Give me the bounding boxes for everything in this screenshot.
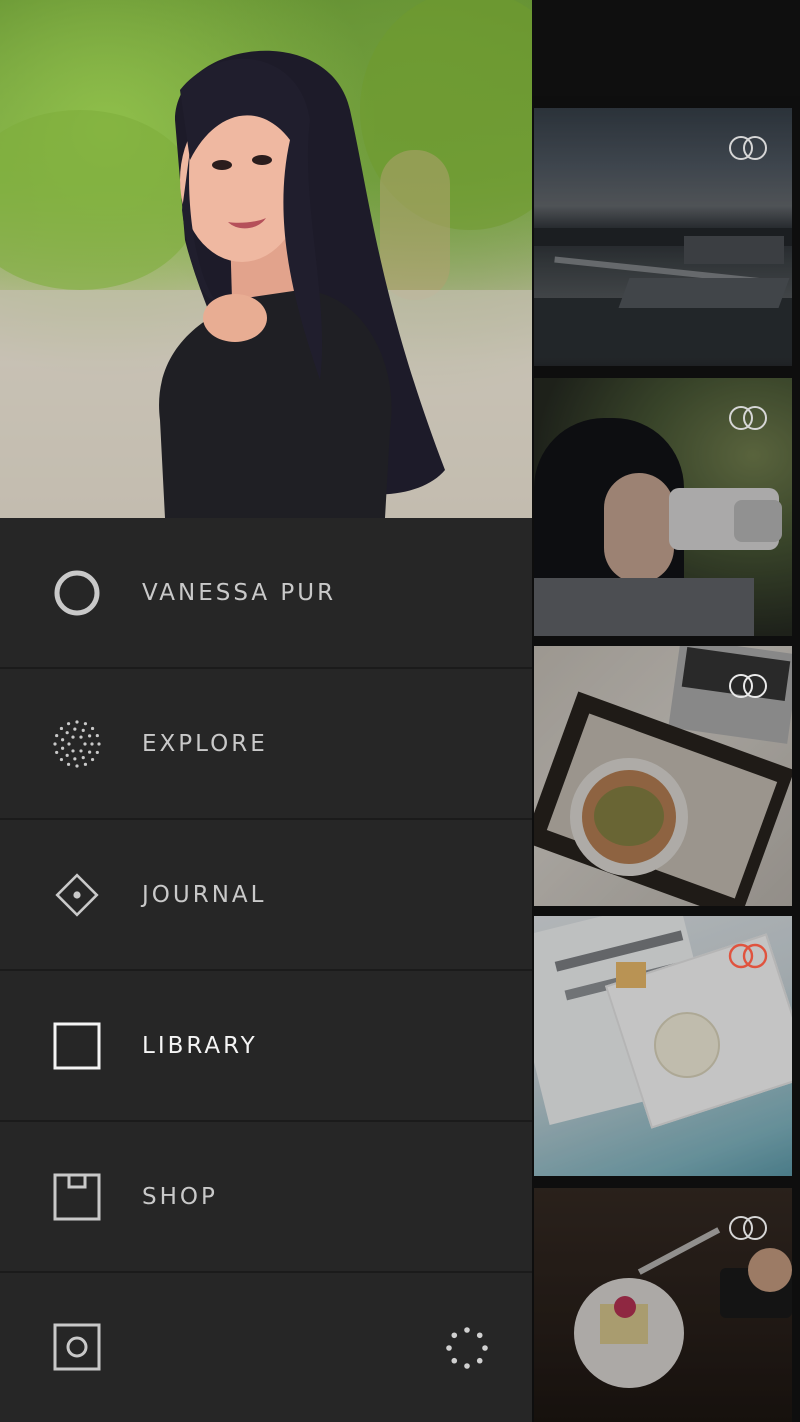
link-rings-icon[interactable]: [726, 134, 770, 162]
menu-item-label: EXPLORE: [142, 730, 268, 757]
menu-item-label: JOURNAL: [142, 881, 267, 908]
grid-thumbnail-5[interactable]: [534, 1188, 792, 1422]
drawer-menu: VANESSA PUR EXPLORE JOURNAL LIBRARY SHOP: [0, 518, 532, 1273]
link-rings-icon[interactable]: [726, 404, 770, 432]
diamond-icon: [55, 872, 99, 917]
link-rings-icon[interactable]: [726, 1214, 770, 1242]
profile-photo[interactable]: [0, 0, 532, 518]
menu-item-journal[interactable]: JOURNAL: [0, 820, 532, 971]
dotted-circle-icon: [53, 719, 101, 768]
square-icon: [53, 1022, 101, 1069]
box-icon: [53, 1173, 101, 1220]
menu-item-label: VANESSA PUR: [142, 579, 337, 606]
link-rings-icon[interactable]: [726, 942, 770, 970]
loading-dots-icon[interactable]: [444, 1325, 490, 1371]
menu-item-explore[interactable]: EXPLORE: [0, 669, 532, 820]
camera-icon[interactable]: [53, 1323, 101, 1371]
menu-item-profile[interactable]: VANESSA PUR: [0, 518, 532, 669]
circle-icon: [54, 570, 100, 615]
grid-thumbnail-1[interactable]: [534, 108, 792, 366]
menu-item-shop[interactable]: SHOP: [0, 1122, 532, 1273]
grid-thumbnail-3[interactable]: [534, 646, 792, 906]
menu-item-label: LIBRARY: [142, 1032, 258, 1059]
drawer-bottom-bar: [0, 1273, 532, 1422]
grid-top-spacer: [532, 0, 800, 96]
image-grid: [532, 0, 800, 1422]
menu-item-label: SHOP: [142, 1183, 218, 1210]
link-rings-icon[interactable]: [726, 672, 770, 700]
navigation-drawer: VANESSA PUR EXPLORE JOURNAL LIBRARY SHOP: [0, 0, 532, 1422]
menu-item-library[interactable]: LIBRARY: [0, 971, 532, 1122]
grid-thumbnail-2[interactable]: [534, 378, 792, 636]
grid-thumbnail-4[interactable]: [534, 916, 792, 1176]
profile-photo-illustration: [0, 0, 532, 518]
